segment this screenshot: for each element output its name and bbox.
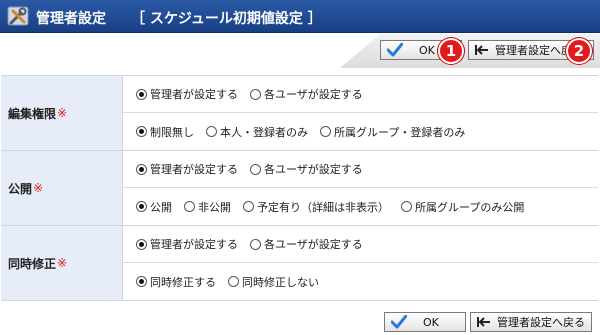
radio-button[interactable] bbox=[401, 201, 412, 212]
required-mark: ※ bbox=[57, 256, 68, 270]
group-publication: 公開 ※ 管理者が設定する 各ユーザが設定する 公開 非公開 予定有り（詳細は非表… bbox=[1, 151, 598, 226]
radio-option[interactable]: 所属グループのみ公開 bbox=[401, 199, 524, 215]
radio-option[interactable]: 制限無し bbox=[136, 124, 194, 140]
publication-value-row: 公開 非公開 予定有り（詳細は非表示） 所属グループのみ公開 bbox=[123, 188, 598, 225]
radio-option[interactable]: 各ユーザが設定する bbox=[250, 161, 363, 177]
radio-button[interactable] bbox=[243, 201, 254, 212]
callout-badge-1: 1 bbox=[438, 38, 464, 64]
radio-button[interactable] bbox=[250, 88, 261, 100]
edit-permission-value-row: 制限無し 本人・登録者のみ 所属グループ・登録者のみ bbox=[123, 113, 598, 150]
admin-tools-icon bbox=[7, 6, 29, 26]
group-edit-permission: 編集権限 ※ 管理者が設定する 各ユーザが設定する 制限無し 本人・登録者のみ 所… bbox=[1, 76, 598, 151]
radio-button[interactable] bbox=[250, 238, 261, 250]
check-icon bbox=[387, 43, 403, 57]
page-subtitle: ［ スケジュール初期値設定 ］ bbox=[131, 11, 322, 27]
back-arrow-icon bbox=[477, 316, 491, 328]
radio-option[interactable]: 所属グループ・登録者のみ bbox=[320, 124, 465, 140]
radio-option[interactable]: 同時修正する bbox=[136, 274, 216, 290]
radio-option[interactable]: 公開 bbox=[136, 199, 172, 215]
simultaneous-edit-value-row: 同時修正する 同時修正しない bbox=[123, 263, 598, 300]
radio-button[interactable] bbox=[250, 163, 261, 175]
radio-button[interactable] bbox=[206, 126, 217, 137]
simultaneous-edit-label: 同時修正 ※ bbox=[1, 226, 123, 300]
radio-button[interactable] bbox=[136, 163, 147, 175]
back-to-admin-button-bottom[interactable]: 管理者設定へ戻る bbox=[470, 312, 592, 332]
radio-option[interactable]: 管理者が設定する bbox=[136, 86, 238, 102]
radio-button[interactable] bbox=[136, 201, 147, 212]
radio-button[interactable] bbox=[136, 238, 147, 250]
required-mark: ※ bbox=[33, 181, 44, 195]
check-icon bbox=[391, 315, 407, 329]
back-button-label: 管理者設定へ戻る bbox=[497, 316, 585, 329]
radio-button[interactable] bbox=[136, 276, 147, 287]
radio-option[interactable]: 各ユーザが設定する bbox=[250, 86, 363, 102]
settings-form: 編集権限 ※ 管理者が設定する 各ユーザが設定する 制限無し 本人・登録者のみ 所… bbox=[1, 75, 598, 301]
simultaneous-edit-setter-row: 管理者が設定する 各ユーザが設定する bbox=[123, 226, 598, 263]
ok-button-bottom[interactable]: OK bbox=[384, 312, 466, 332]
radio-option[interactable]: 予定有り（詳細は非表示） bbox=[243, 199, 389, 215]
radio-button[interactable] bbox=[136, 126, 147, 137]
radio-button[interactable] bbox=[320, 126, 331, 137]
radio-button[interactable] bbox=[136, 88, 147, 100]
publication-setter-row: 管理者が設定する 各ユーザが設定する bbox=[123, 151, 598, 188]
edit-permission-setter-row: 管理者が設定する 各ユーザが設定する bbox=[123, 76, 598, 113]
radio-option[interactable]: 本人・登録者のみ bbox=[206, 124, 308, 140]
ok-button-label: OK bbox=[423, 315, 439, 329]
top-toolbar: OK 管理者設定へ戻る 1 2 bbox=[0, 34, 600, 68]
radio-button[interactable] bbox=[184, 201, 195, 212]
page-title: 管理者設定 bbox=[36, 11, 106, 27]
radio-option[interactable]: 非公開 bbox=[184, 199, 231, 215]
required-mark: ※ bbox=[57, 106, 68, 120]
radio-option[interactable]: 管理者が設定する bbox=[136, 236, 238, 252]
callout-badge-2: 2 bbox=[566, 38, 592, 64]
group-simultaneous-edit: 同時修正 ※ 管理者が設定する 各ユーザが設定する 同時修正する 同時修正しない bbox=[1, 226, 598, 301]
radio-option[interactable]: 管理者が設定する bbox=[136, 161, 238, 177]
toolbar-wedge bbox=[0, 34, 340, 68]
toolbar-wedge-cut bbox=[340, 34, 380, 68]
radio-option[interactable]: 各ユーザが設定する bbox=[250, 236, 363, 252]
radio-button[interactable] bbox=[228, 276, 239, 287]
back-arrow-icon bbox=[475, 44, 489, 56]
ok-button-label: OK bbox=[419, 43, 435, 57]
publication-label: 公開 ※ bbox=[1, 151, 123, 225]
radio-option[interactable]: 同時修正しない bbox=[228, 274, 319, 290]
edit-permission-label: 編集権限 ※ bbox=[1, 76, 123, 150]
title-bar: 管理者設定 ［ スケジュール初期値設定 ］ bbox=[0, 0, 600, 33]
bottom-toolbar: OK 管理者設定へ戻る bbox=[0, 308, 600, 335]
